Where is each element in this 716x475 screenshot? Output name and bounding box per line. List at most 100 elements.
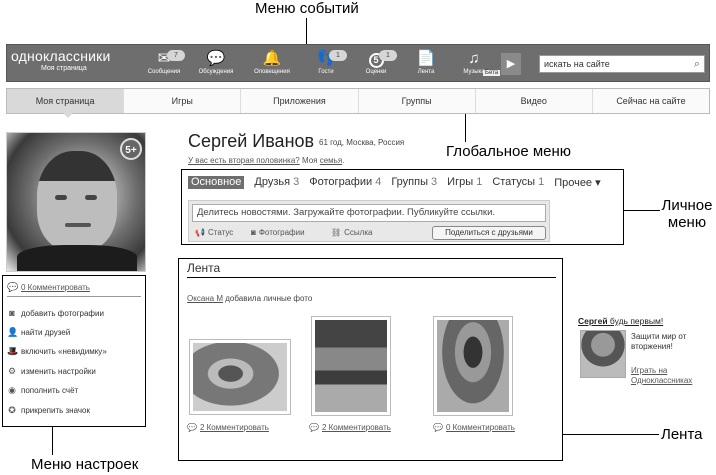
portrait-shirt: [17, 245, 137, 271]
tab-label: Друзья: [254, 176, 291, 188]
leader-line: [624, 210, 660, 211]
tab-label: Статусы: [492, 176, 535, 188]
event-ratings[interactable]: 5 Оценки 1: [353, 49, 399, 79]
search-placeholder: искать на сайте: [544, 59, 610, 69]
settings-item-top-up[interactable]: ◉ пополнить счёт: [7, 385, 78, 396]
play-icon[interactable]: ▶: [501, 53, 521, 75]
feed-photo[interactable]: [433, 316, 513, 416]
event-badge: 1: [329, 50, 347, 61]
second-half-link[interactable]: У вас есть вторая половинка?: [188, 156, 300, 165]
callout-global-menu: Глобальное меню: [446, 143, 572, 160]
share-with-friends-button[interactable]: Поделиться с друзьями: [432, 226, 546, 240]
nav-games[interactable]: Игры: [124, 89, 242, 113]
status-composer: Делитесь новостями. Загружайте фотографи…: [188, 200, 550, 242]
search-icon[interactable]: ⌕: [694, 58, 700, 70]
comment-link-label: 2 Комментировать: [321, 423, 391, 432]
feed-photo[interactable]: [189, 339, 291, 415]
event-guests[interactable]: 👣 Гости 1: [303, 49, 349, 79]
divider: [7, 296, 141, 297]
photo-comment-link[interactable]: 💬 0 Комментировать: [7, 282, 90, 293]
event-label: Оповещения: [254, 69, 290, 75]
promo-play-link[interactable]: Играть на Одноклассниках: [631, 366, 709, 386]
personal-menu: Основное Друзья 3 Фотографии 4 Группы 3 …: [181, 169, 624, 245]
tab-main[interactable]: Основное: [188, 176, 245, 189]
nav-apps[interactable]: Приложения: [241, 89, 359, 113]
relationship-prompt: У вас есть вторая половинка? Моя семья.: [188, 156, 344, 165]
bell-icon: 🔔: [262, 50, 282, 67]
leader-line: [52, 427, 53, 455]
comment-icon: 💬: [309, 423, 319, 432]
comment-link-label: 2 Комментировать: [199, 423, 269, 432]
settings-item-label: включить «невидимку»: [21, 347, 107, 356]
tab-label: Игры: [447, 176, 474, 188]
event-discussions[interactable]: 💬 Обсуждения: [193, 49, 239, 79]
settings-item-find-friends[interactable]: 👤 найти друзей: [7, 327, 70, 338]
star-badge-icon: ✪: [8, 405, 16, 415]
photos-action[interactable]: ◙ Фотографии: [251, 228, 305, 237]
link-icon: ⛓: [331, 228, 342, 237]
settings-menu: 💬 0 Комментировать ◙ добавить фотографии 👤…: [2, 275, 146, 427]
event-messages[interactable]: ✉ Сообщения 7: [141, 49, 187, 79]
comment-link-label: 0 Комментировать: [445, 423, 515, 432]
nav-my-page[interactable]: Моя страница: [7, 89, 125, 113]
callout-settings-menu: Меню настроек: [31, 456, 139, 473]
tab-label: Основное: [191, 176, 242, 188]
ok-coin-icon: ◉: [8, 385, 16, 395]
callout-feed: Лента: [661, 426, 703, 443]
tab-more[interactable]: Прочее ▾: [554, 176, 600, 189]
events-bar: одноклассники Моя страница ✉ Сообщения 7…: [6, 44, 710, 82]
leader-line: [563, 434, 659, 435]
profile-photo[interactable]: 5+: [6, 132, 146, 272]
promo-title[interactable]: Сергей будь первым!: [578, 316, 663, 326]
status-input[interactable]: Делитесь новостями. Загружайте фотографи…: [192, 204, 546, 222]
prompt-period: .: [342, 156, 345, 165]
event-notifications[interactable]: 🔔 Оповещения: [249, 49, 295, 79]
site-logo[interactable]: одноклассники Моя страница: [11, 48, 139, 80]
settings-item-label: найти друзей: [21, 328, 71, 337]
tab-groups[interactable]: Группы 3: [391, 176, 437, 189]
tab-friends[interactable]: Друзья 3: [254, 176, 299, 189]
user-info: 61 год, Москва, Россия: [319, 138, 405, 147]
nav-groups[interactable]: Группы: [359, 89, 476, 113]
settings-item-invisible[interactable]: 🎩 включить «невидимку»: [7, 346, 107, 357]
gear-icon: ⚙: [7, 366, 17, 376]
event-feed[interactable]: 📄 Лента: [403, 49, 449, 79]
leader-line: [465, 114, 466, 142]
settings-item-attach-badge[interactable]: ✪ прикрепить значок: [7, 405, 90, 416]
leader-line: [306, 18, 307, 45]
search-input[interactable]: искать на сайте ⌕: [539, 55, 705, 73]
status-action[interactable]: 📢 Статус: [195, 228, 233, 237]
nav-video[interactable]: Видео: [476, 89, 593, 113]
feed-photo[interactable]: [311, 316, 391, 416]
link-action[interactable]: ⛓ Ссылка: [331, 228, 372, 237]
tab-label: Фотографии: [309, 176, 373, 188]
tab-games[interactable]: Игры 1: [447, 176, 482, 189]
music-note-icon: ♫: [468, 50, 480, 67]
photo-comment-link[interactable]: 💬 0 Комментировать: [433, 423, 515, 432]
comment-icon: 💬: [187, 423, 197, 432]
settings-item-change-settings[interactable]: ⚙ изменить настройки: [7, 366, 96, 377]
settings-item-label: изменить настройки: [21, 367, 96, 376]
logo-subtitle: Моя страница: [41, 65, 87, 72]
photo-comment-link[interactable]: 💬 2 Комментировать: [309, 423, 391, 432]
callout-personal-menu: Личное меню: [661, 197, 713, 232]
event-label: Обсуждения: [198, 69, 234, 75]
photo-comment-link[interactable]: 💬 2 Комментировать: [187, 423, 269, 432]
promo-user: Сергей: [578, 316, 608, 326]
nav-online-now[interactable]: Сейчас на сайте: [593, 89, 709, 113]
promo-image[interactable]: [580, 330, 626, 378]
comment-icon: 💬: [7, 282, 19, 292]
person-icon: 👤: [7, 327, 19, 337]
tab-label: Прочее ▾: [554, 177, 601, 189]
post-author-link[interactable]: Оксана М: [187, 294, 223, 303]
link-action-label: Ссылка: [344, 228, 373, 237]
chat-bubbles-icon: 💬: [206, 50, 226, 67]
my-label: Моя: [301, 156, 318, 165]
settings-item-add-photos[interactable]: ◙ добавить фотографии: [7, 308, 104, 318]
comment-icon: 💬: [433, 423, 443, 432]
tab-statuses[interactable]: Статусы 1: [492, 176, 544, 189]
tab-count: 4: [375, 176, 382, 188]
beta-badge: Бета: [483, 70, 501, 76]
tab-photos[interactable]: Фотографии 4: [309, 176, 381, 189]
family-link[interactable]: семья: [320, 156, 342, 165]
